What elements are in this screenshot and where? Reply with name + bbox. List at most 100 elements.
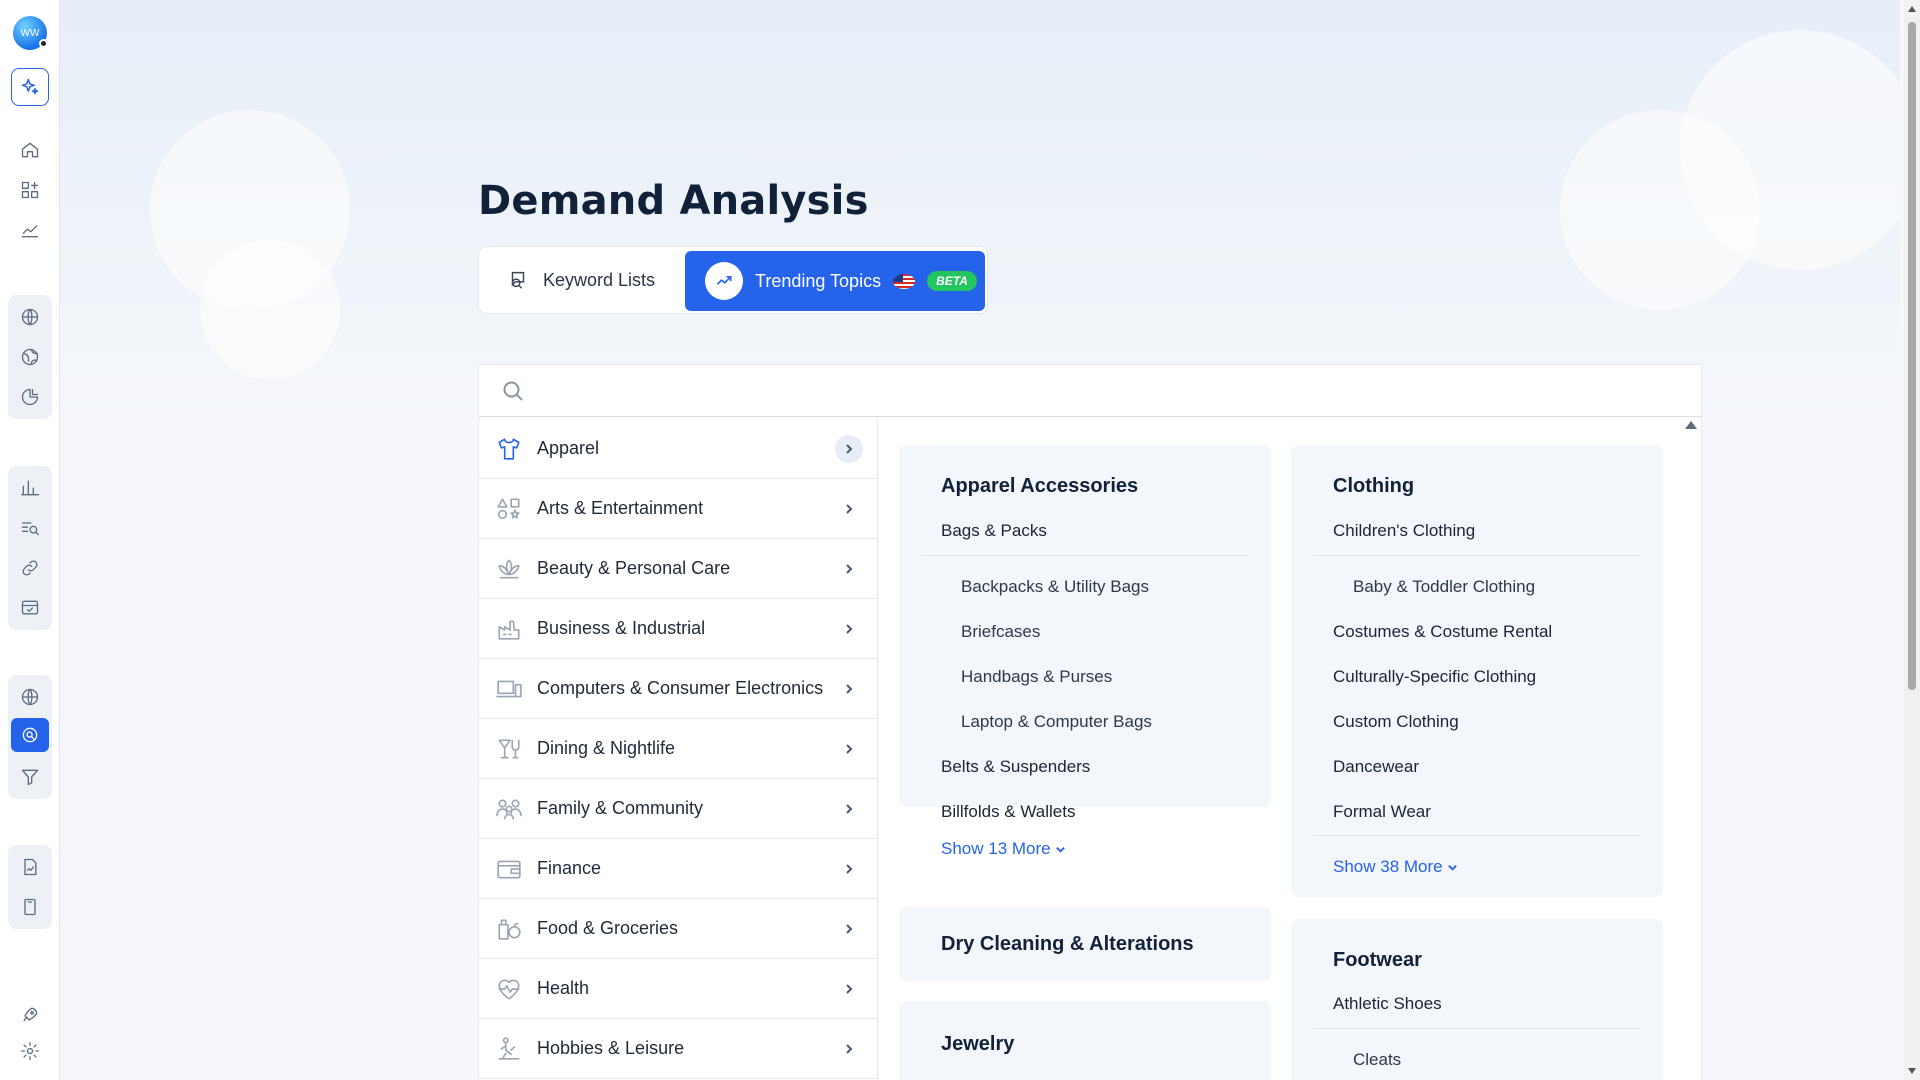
category-item-finance[interactable]: Finance <box>479 839 877 899</box>
workspace-avatar[interactable]: WW <box>13 16 48 50</box>
subcategory-item[interactable]: Belts & Suspenders <box>941 757 1090 777</box>
category-item-dining-nightlife[interactable]: Dining & Nightlife <box>479 719 877 779</box>
category-item-business-industrial[interactable]: Business & Industrial <box>479 599 877 659</box>
view-tabs: Keyword Lists Trending Topics BETA <box>478 246 988 314</box>
scrollbar-thumb[interactable] <box>1908 22 1916 690</box>
chevron-right-icon[interactable] <box>835 1035 863 1063</box>
card-title[interactable]: Jewelry <box>941 1033 1014 1056</box>
scroll-up-arrow[interactable] <box>1908 6 1916 12</box>
subcategory-child-item[interactable]: Backpacks & Utility Bags <box>961 577 1149 597</box>
category-item-food-groceries[interactable]: Food & Groceries <box>479 899 877 959</box>
avatar-status-dot <box>39 39 48 48</box>
category-label: Dining & Nightlife <box>537 738 676 758</box>
home-icon[interactable] <box>15 135 45 165</box>
category-item-apparel[interactable]: Apparel <box>479 419 877 479</box>
category-item-hobbies-leisure[interactable]: Hobbies & Leisure <box>479 1019 877 1079</box>
category-label: Hobbies & Leisure <box>537 1038 685 1058</box>
subcategory-card-apparel-accessories: Apparel Accessories Bags & Packs Backpac… <box>899 445 1271 821</box>
dashboard-icon[interactable] <box>15 175 45 205</box>
globe-search-icon[interactable] <box>15 682 45 712</box>
subcategory-child-item[interactable]: Laptop & Computer Bags <box>961 712 1152 732</box>
trend-chart-icon[interactable] <box>15 215 45 245</box>
subcategory-item[interactable]: Bags & Packs <box>941 521 1047 541</box>
category-item-family-community[interactable]: Family & Community <box>479 779 877 839</box>
subcategory-child-item[interactable]: Handbags & Purses <box>961 667 1112 687</box>
tablet-icon[interactable] <box>15 892 45 922</box>
show-more-apparel-accessories-button[interactable]: Show 13 More <box>941 839 1066 859</box>
category-search-input[interactable] <box>539 373 1679 409</box>
chevron-right-icon[interactable] <box>835 735 863 763</box>
chevron-right-icon[interactable] <box>835 495 863 523</box>
factory-icon <box>495 615 523 643</box>
report-check-icon[interactable] <box>15 593 45 623</box>
show-more-clothing-button[interactable]: Show 38 More <box>1333 857 1458 877</box>
tab-keyword-lists[interactable]: Keyword Lists <box>507 247 655 313</box>
text-search-icon[interactable] <box>15 513 45 543</box>
subcategory-item[interactable]: Costumes & Costume Rental <box>1333 622 1552 642</box>
ai-assistant-button[interactable] <box>11 68 49 106</box>
subcategory-child-item[interactable]: Baby & Toddler Clothing <box>1353 577 1535 597</box>
lotus-icon <box>495 555 523 583</box>
page-title: Demand Analysis <box>478 178 869 224</box>
bar-chart-icon[interactable] <box>15 473 45 503</box>
subcategory-child-item[interactable]: Cleats <box>1353 1050 1401 1070</box>
wallet-icon <box>495 855 523 883</box>
subcategory-item[interactable]: Custom Clothing <box>1333 712 1459 732</box>
document-chart-icon[interactable] <box>15 852 45 882</box>
settings-gear-icon[interactable] <box>15 1036 45 1066</box>
category-label: Arts & Entertainment <box>537 498 704 518</box>
card-title[interactable]: Footwear <box>1333 949 1422 972</box>
filter-icon[interactable] <box>15 762 45 792</box>
chevron-right-icon[interactable] <box>835 795 863 823</box>
chevron-right-icon[interactable] <box>835 915 863 943</box>
subcategory-item[interactable]: Formal Wear <box>1333 802 1431 822</box>
show-more-label: Show 38 More <box>1333 857 1443 876</box>
demand-analysis-icon[interactable] <box>11 718 49 752</box>
subcategory-item[interactable]: Dancewear <box>1333 757 1419 777</box>
hobbies-icon <box>495 1035 523 1063</box>
chevron-right-icon[interactable] <box>835 855 863 883</box>
category-item-beauty-personal-care[interactable]: Beauty & Personal Care <box>479 539 877 599</box>
link-icon[interactable] <box>15 553 45 583</box>
subcategory-card-jewelry: Jewelry <box>899 1001 1271 1080</box>
globe-icon[interactable] <box>15 302 45 332</box>
chevron-right-icon[interactable] <box>835 435 863 463</box>
family-icon <box>495 795 523 823</box>
shirt-icon <box>495 435 523 463</box>
scroll-down-arrow[interactable] <box>1908 1068 1916 1074</box>
category-label: Family & Community <box>537 798 704 818</box>
list-scroll-up-arrow[interactable] <box>1685 421 1697 429</box>
category-item-health[interactable]: Health <box>479 959 877 1019</box>
category-label: Beauty & Personal Care <box>537 558 731 578</box>
subcategory-item[interactable]: Billfolds & Wallets <box>941 802 1075 822</box>
chevron-right-icon[interactable] <box>835 675 863 703</box>
chevron-right-icon[interactable] <box>835 975 863 1003</box>
chevron-down-icon <box>1447 864 1457 871</box>
category-label: Food & Groceries <box>537 918 679 938</box>
subcategory-child-item[interactable]: Briefcases <box>961 622 1040 642</box>
devices-icon <box>495 675 523 703</box>
subcategory-item[interactable]: Athletic Shoes <box>1333 994 1442 1014</box>
subcategory-item[interactable]: Children's Clothing <box>1333 521 1475 541</box>
rocket-icon[interactable] <box>15 1000 45 1030</box>
card-title[interactable]: Apparel Accessories <box>941 475 1138 498</box>
chevron-right-icon[interactable] <box>835 615 863 643</box>
subcategory-card-footwear: Footwear Athletic Shoes Cleats <box>1291 919 1663 1080</box>
hero-background <box>60 0 1900 420</box>
tab-trending-topics-label: Trending Topics <box>755 270 882 291</box>
divider <box>921 555 1249 556</box>
category-label: Business & Industrial <box>537 618 706 638</box>
chevron-right-icon[interactable] <box>835 555 863 583</box>
category-item-computers-electronics[interactable]: Computers & Consumer Electronics <box>479 659 877 719</box>
pie-chart-icon[interactable] <box>15 382 45 412</box>
page-scrollbar[interactable] <box>1904 0 1920 1080</box>
subcategory-item[interactable]: Culturally-Specific Clothing <box>1333 667 1536 687</box>
beta-badge: BETA <box>927 271 977 291</box>
globe-network-icon[interactable] <box>15 342 45 372</box>
categories-panel: Apparel Arts & Entertainment Beauty & Pe… <box>478 364 1702 1080</box>
card-title[interactable]: Clothing <box>1333 475 1414 498</box>
category-item-arts-entertainment[interactable]: Arts & Entertainment <box>479 479 877 539</box>
card-title[interactable]: Dry Cleaning & Alterations <box>941 933 1194 956</box>
tab-trending-topics[interactable]: Trending Topics BETA <box>685 251 985 311</box>
tab-keyword-lists-label: Keyword Lists <box>543 269 656 290</box>
